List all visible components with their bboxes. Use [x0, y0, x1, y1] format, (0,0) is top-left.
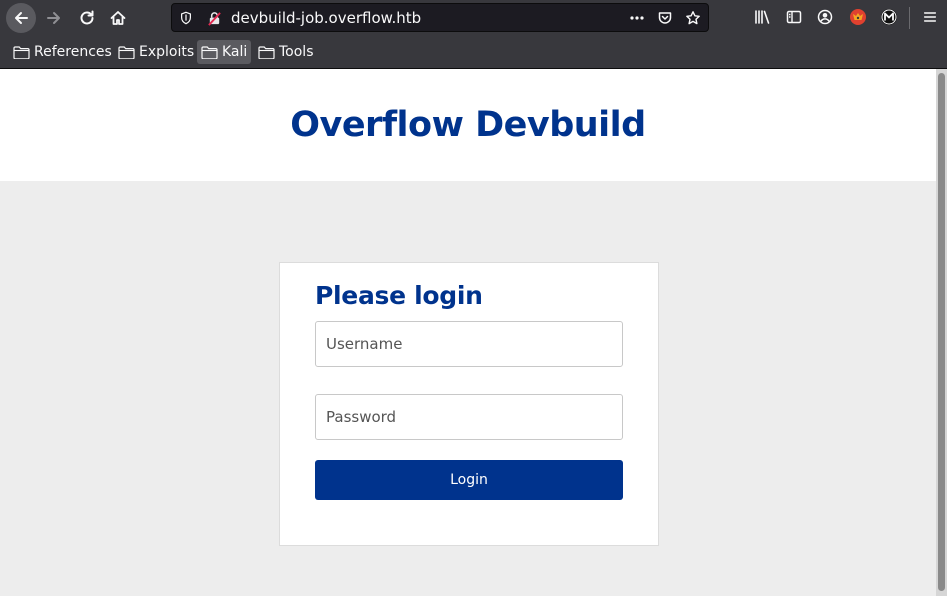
account-icon[interactable] [816, 8, 834, 26]
page-content: Overflow Devbuild Please login Login [0, 69, 936, 596]
site-title: Overflow Devbuild [290, 105, 646, 145]
bookmark-references[interactable]: References [9, 40, 116, 64]
bookmark-label: References [34, 44, 112, 60]
folder-icon [258, 45, 275, 59]
bookmark-label: Tools [279, 44, 314, 60]
login-button[interactable]: Login [315, 460, 623, 500]
foxyproxy-icon[interactable] [849, 8, 867, 26]
home-icon [110, 11, 126, 25]
reload-button[interactable] [72, 3, 102, 33]
home-button[interactable] [103, 3, 133, 33]
login-heading: Please login [315, 281, 483, 310]
navigation-toolbar: devbuild-job.overflow.htb [0, 0, 947, 36]
menu-icon[interactable] [921, 8, 939, 26]
forward-button[interactable] [39, 3, 69, 33]
password-input[interactable] [315, 394, 623, 440]
bookmark-label: Kali [222, 44, 248, 60]
bookmarks-toolbar: References Exploits Kali Tools [0, 38, 947, 68]
insecure-lock-icon[interactable] [206, 10, 222, 26]
url-text[interactable]: devbuild-job.overflow.htb [231, 9, 421, 27]
bookmark-kali[interactable]: Kali [197, 40, 252, 64]
back-button[interactable] [6, 3, 36, 33]
url-bar[interactable]: devbuild-job.overflow.htb [171, 3, 709, 32]
bookmark-tools[interactable]: Tools [254, 40, 318, 64]
folder-icon [13, 45, 30, 59]
reload-icon [80, 10, 94, 25]
back-icon [15, 12, 28, 24]
folder-icon [118, 45, 135, 59]
library-icon[interactable] [753, 8, 771, 26]
extension-m-icon[interactable] [880, 8, 898, 26]
shield-icon[interactable] [178, 10, 194, 26]
bookmark-label: Exploits [139, 44, 195, 60]
pocket-icon[interactable] [657, 10, 673, 26]
folder-icon [201, 45, 218, 59]
login-form: Please login Login [279, 262, 659, 546]
site-header: Overflow Devbuild [0, 69, 936, 181]
star-icon[interactable] [685, 10, 701, 26]
sidebar-icon[interactable] [785, 8, 803, 26]
vertical-scrollbar[interactable] [936, 69, 947, 596]
toolbar-separator [909, 7, 910, 29]
bookmark-exploits[interactable]: Exploits [114, 40, 198, 64]
scrollbar-thumb[interactable] [938, 73, 945, 591]
more-icon[interactable] [629, 10, 645, 26]
forward-icon [47, 12, 60, 24]
browser-chrome: devbuild-job.overflow.htb References Exp… [0, 0, 947, 69]
username-input[interactable] [315, 321, 623, 367]
